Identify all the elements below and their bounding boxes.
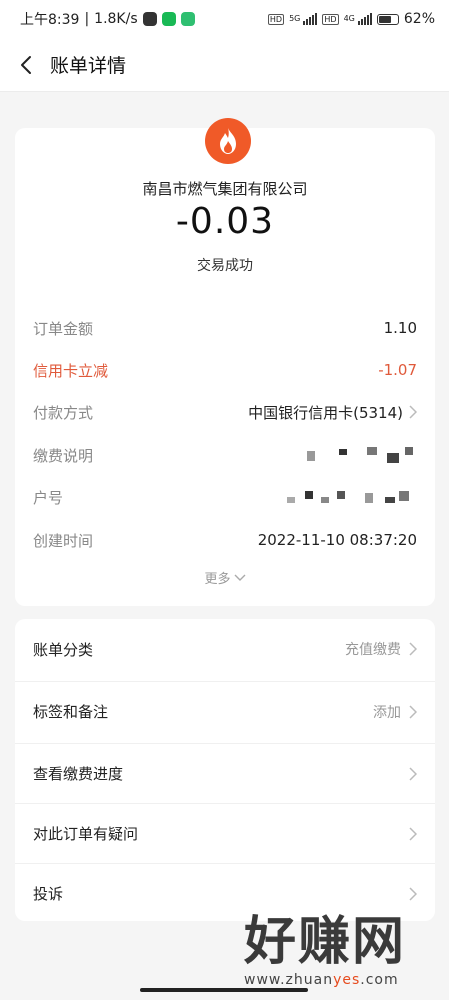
menu-right: 添加 [373, 702, 417, 722]
hd-icon: HD [267, 13, 285, 25]
menu-tags-notes[interactable]: 标签和备注 添加 [15, 681, 435, 741]
detail-label: 创建时间 [33, 531, 94, 550]
chevron-right-icon [409, 642, 417, 656]
watermark-logo-text: 好赚网 [244, 912, 407, 972]
menu-right: 充值缴费 [345, 639, 417, 659]
detail-value: 2022-11-10 08:37:20 [257, 531, 417, 549]
menu-label: 投诉 [33, 885, 64, 903]
bill-actions-card: 账单分类 充值缴费 标签和备注 添加 查看缴费进度 对此订单有疑问 投诉 [15, 619, 435, 921]
detail-value: -1.07 [378, 361, 417, 379]
watermark: 好赚网 www.zhuanyes.com [236, 912, 436, 992]
menu-value: 充值缴费 [345, 642, 401, 658]
transaction-status: 交易成功 [197, 258, 253, 274]
menu-label: 对此订单有疑问 [33, 825, 139, 843]
status-left: 上午8:39 | 1.8K/s [20, 9, 195, 29]
status-net-speed: 1.8K/s [94, 11, 138, 27]
detail-value: 1.10 [383, 319, 417, 337]
menu-right [409, 826, 417, 841]
detail-row-payment-method[interactable]: 付款方式 中国银行信用卡(5314) [33, 400, 417, 424]
app-notification-icon [180, 12, 195, 26]
battery-icon [376, 13, 399, 25]
menu-right [409, 886, 417, 901]
redacted-mosaic [287, 445, 417, 465]
chevron-right-icon [409, 886, 417, 901]
wechat-icon [161, 12, 176, 26]
watermark-url-accent: yes [333, 972, 361, 988]
status-divider: | [84, 11, 90, 27]
menu-payment-progress[interactable]: 查看缴费进度 [15, 743, 435, 803]
menu-bill-category[interactable]: 账单分类 充值缴费 [15, 619, 435, 679]
signal-icon [303, 13, 318, 25]
page-title: 账单详情 [50, 55, 127, 77]
battery-percent: 62% [403, 11, 435, 27]
menu-right [409, 766, 417, 781]
more-label: 更多 [204, 572, 231, 587]
network-4g-label: 4G [343, 14, 355, 23]
menu-label: 账单分类 [33, 640, 94, 659]
chevron-down-icon [234, 574, 245, 581]
menu-order-question[interactable]: 对此订单有疑问 [15, 803, 435, 863]
detail-label: 信用卡立减 [33, 361, 109, 380]
merchant-logo [205, 118, 251, 164]
detail-row-created-time: 创建时间 2022-11-10 08:37:20 [33, 528, 417, 552]
watermark-url-prefix: www.zhuan [244, 972, 334, 988]
redacted-mosaic [287, 487, 417, 507]
detail-label: 付款方式 [33, 403, 94, 422]
status-right: HD 5G HD 4G 62% [267, 11, 435, 27]
detail-value: 中国银行信用卡(5314) [248, 403, 403, 422]
page-header: 账单详情 [0, 38, 449, 92]
detail-label: 缴费说明 [33, 446, 94, 465]
menu-label: 查看缴费进度 [33, 765, 124, 783]
status-bar: 上午8:39 | 1.8K/s HD 5G HD 4G 62% [0, 0, 449, 38]
transaction-amount: -0.03 [175, 201, 275, 242]
chevron-right-icon [409, 405, 417, 419]
detail-row-payment-note: 缴费说明 [33, 443, 417, 467]
status-time: 上午8:39 [20, 12, 80, 28]
signal-icon-2 [357, 13, 372, 25]
qq-icon [142, 12, 157, 26]
detail-row-order-amount: 订单金额 1.10 [33, 316, 417, 340]
detail-row-account-number: 户号 [33, 485, 417, 509]
detail-label: 户号 [33, 488, 64, 507]
payment-method-value-wrap: 中国银行信用卡(5314) [248, 402, 417, 423]
merchant-name: 南昌市燃气集团有限公司 [142, 180, 308, 198]
detail-row-credit-discount: 信用卡立减 -1.07 [33, 358, 417, 382]
bill-summary-card: 南昌市燃气集团有限公司 -0.03 交易成功 订单金额 1.10 信用卡立减 -… [15, 118, 435, 606]
chevron-right-icon [409, 766, 417, 781]
chevron-right-icon [409, 826, 417, 841]
watermark-url-suffix: .com [360, 972, 399, 988]
chevron-right-icon [409, 704, 417, 719]
network-5g-label: 5G [289, 14, 301, 23]
more-toggle[interactable]: 更多 [15, 568, 435, 587]
back-arrow-icon[interactable] [4, 38, 48, 92]
menu-label: 标签和备注 [33, 703, 109, 721]
home-indicator[interactable] [140, 988, 308, 992]
watermark-url: www.zhuanyes.com [244, 972, 399, 988]
flame-icon [220, 128, 236, 154]
menu-value: 添加 [373, 704, 401, 721]
hd-icon-2: HD [322, 13, 339, 25]
detail-label: 订单金额 [33, 319, 94, 338]
